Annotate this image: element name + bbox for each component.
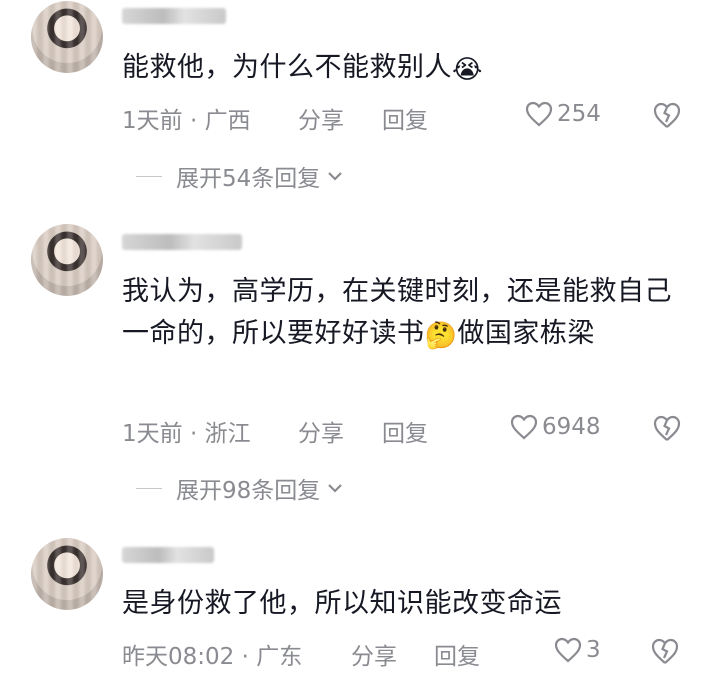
expand-label: 展开54条回复 xyxy=(176,166,321,192)
comment-meta: 1天前 · 广西 分享 回复 254 xyxy=(122,101,720,135)
broken-heart-icon[interactable] xyxy=(652,101,682,129)
chevron-down-icon xyxy=(328,484,343,493)
heart-outline-icon xyxy=(554,637,582,663)
comment-meta: 1天前 · 浙江 分享 回复 6948 xyxy=(122,414,720,448)
like-button[interactable]: 254 xyxy=(525,101,601,127)
like-count: 3 xyxy=(586,637,601,663)
expand-replies-button[interactable]: 展开98条回复 xyxy=(136,472,344,504)
crying-emoji: 😭 xyxy=(452,55,483,85)
expand-label: 展开98条回复 xyxy=(176,478,321,504)
avatar[interactable] xyxy=(31,1,103,73)
comment-text: 我认为，高学历，在关键时刻，还是能救自己一命的，所以要好好读书🤔做国家栋梁 xyxy=(122,271,692,357)
like-button[interactable]: 6948 xyxy=(510,414,601,440)
username-blurred[interactable] xyxy=(122,234,242,250)
comment-meta: 昨天08:02 · 广东 分享 回复 3 xyxy=(122,637,720,671)
comment-text: 是身份救了他，所以知识能改变命运 xyxy=(122,588,562,619)
username-blurred[interactable] xyxy=(122,547,214,563)
username-blurred[interactable] xyxy=(122,8,226,24)
like-count: 254 xyxy=(557,101,601,127)
avatar[interactable] xyxy=(31,538,103,610)
divider xyxy=(136,487,162,489)
time-location: 1天前 · 浙江 xyxy=(122,421,251,447)
like-button[interactable]: 3 xyxy=(554,637,601,663)
avatar[interactable] xyxy=(31,224,103,296)
share-button[interactable]: 分享 xyxy=(298,414,344,448)
reply-button[interactable]: 回复 xyxy=(382,414,428,448)
time-location: 1天前 · 广西 xyxy=(122,108,251,134)
broken-heart-icon[interactable] xyxy=(652,414,682,442)
thinking-emoji: 🤔 xyxy=(424,321,458,351)
share-button[interactable]: 分享 xyxy=(351,637,397,671)
expand-replies-button[interactable]: 展开54条回复 xyxy=(136,160,344,192)
divider xyxy=(136,175,162,177)
like-count: 6948 xyxy=(542,414,601,440)
share-button[interactable]: 分享 xyxy=(298,101,344,135)
reply-button[interactable]: 回复 xyxy=(434,637,480,671)
comment-text: 能救他，为什么不能救别人😭 xyxy=(122,47,692,91)
time-location: 昨天08:02 · 广东 xyxy=(122,644,303,670)
heart-outline-icon xyxy=(525,101,553,127)
reply-button[interactable]: 回复 xyxy=(382,101,428,135)
chevron-down-icon xyxy=(328,172,343,181)
heart-outline-icon xyxy=(510,414,538,440)
broken-heart-icon[interactable] xyxy=(650,637,680,665)
